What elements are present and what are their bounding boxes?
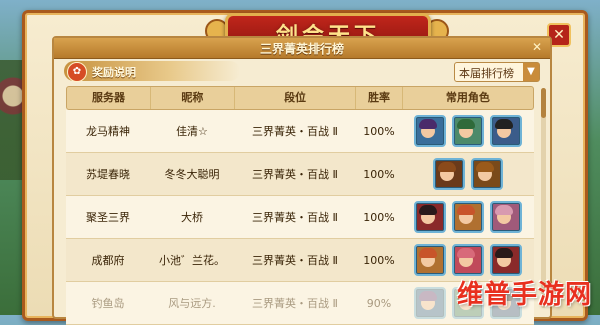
winrate-cell: 100% [363, 210, 395, 224]
nickname-cell: 风与远方. [168, 297, 216, 310]
watermark: 维普手游网 [456, 280, 592, 310]
character-portrait-icon[interactable] [471, 158, 503, 190]
server-cell: 聚圣三界 [86, 211, 130, 224]
reward-info-button[interactable]: ✿ 奖励说明 [64, 61, 240, 82]
character-portrait-icon[interactable] [490, 201, 522, 233]
server-cell: 成都府 [91, 254, 125, 267]
nickname-cell: 冬冬大聪明 [164, 168, 220, 181]
table-header: 服务器 昵称 段位 胜率 常用角色 [66, 86, 534, 110]
header-nickname: 昵称 [151, 87, 235, 109]
header-winrate: 胜率 [356, 87, 403, 109]
header-server: 服务器 [67, 87, 151, 109]
server-cell: 钓鱼岛 [91, 297, 125, 310]
header-rank: 段位 [235, 87, 357, 109]
table-row[interactable]: 聚圣三界 大桥 三界菁英・百战 Ⅱ 100% [66, 196, 534, 239]
gift-icon: ✿ [67, 62, 87, 82]
winrate-cell: 100% [363, 124, 395, 138]
roles-cell [402, 201, 534, 233]
character-portrait-icon[interactable] [414, 244, 446, 276]
nickname-cell: 大桥 [181, 211, 203, 224]
roles-cell [402, 244, 534, 276]
server-cell: 龙马精神 [86, 125, 130, 138]
character-portrait-icon[interactable] [490, 115, 522, 147]
close-panel-button[interactable]: ✕ [530, 40, 544, 54]
panel-header: 三界菁英排行榜 ✕ [54, 38, 550, 59]
winrate-cell: 100% [363, 253, 395, 267]
character-portrait-icon[interactable] [414, 115, 446, 147]
table-row[interactable]: 苏堤春晓 冬冬大聪明 三界菁英・百战 Ⅱ 100% [66, 153, 534, 196]
chevron-down-icon[interactable]: ▼ [523, 63, 539, 81]
reward-label: 奖励说明 [92, 66, 136, 79]
nickname-cell: 小池゛兰花。 [159, 254, 225, 267]
winrate-cell: 100% [363, 167, 395, 181]
rank-cell: 三界菁英・百战 Ⅱ [252, 168, 338, 181]
roles-cell [402, 115, 534, 147]
character-portrait-icon[interactable] [452, 115, 484, 147]
character-portrait-icon[interactable] [452, 244, 484, 276]
nickname-cell: 佳清☆ [176, 125, 208, 138]
rank-cell: 三界菁英・百战 Ⅱ [252, 297, 338, 310]
scrollbar-thumb[interactable] [541, 88, 546, 118]
server-cell: 苏堤春晓 [86, 168, 130, 181]
season-dropdown[interactable]: 本届排行榜 ▼ [454, 62, 540, 82]
character-portrait-icon[interactable] [414, 287, 446, 319]
season-dropdown-label: 本届排行榜 [459, 67, 514, 80]
table-row[interactable]: 龙马精神 佳清☆ 三界菁英・百战 Ⅱ 100% [66, 110, 534, 153]
character-portrait-icon[interactable] [414, 201, 446, 233]
rank-cell: 三界菁英・百战 Ⅱ [252, 211, 338, 224]
roles-cell [402, 158, 534, 190]
header-roles: 常用角色 [445, 91, 490, 104]
panel-title: 三界菁英排行榜 [259, 42, 344, 56]
rank-cell: 三界菁英・百战 Ⅱ [252, 254, 338, 267]
character-portrait-icon[interactable] [452, 201, 484, 233]
rank-cell: 三界菁英・百战 Ⅱ [252, 125, 338, 138]
character-portrait-icon[interactable] [433, 158, 465, 190]
winrate-cell: 90% [366, 296, 392, 310]
character-portrait-icon[interactable] [490, 244, 522, 276]
